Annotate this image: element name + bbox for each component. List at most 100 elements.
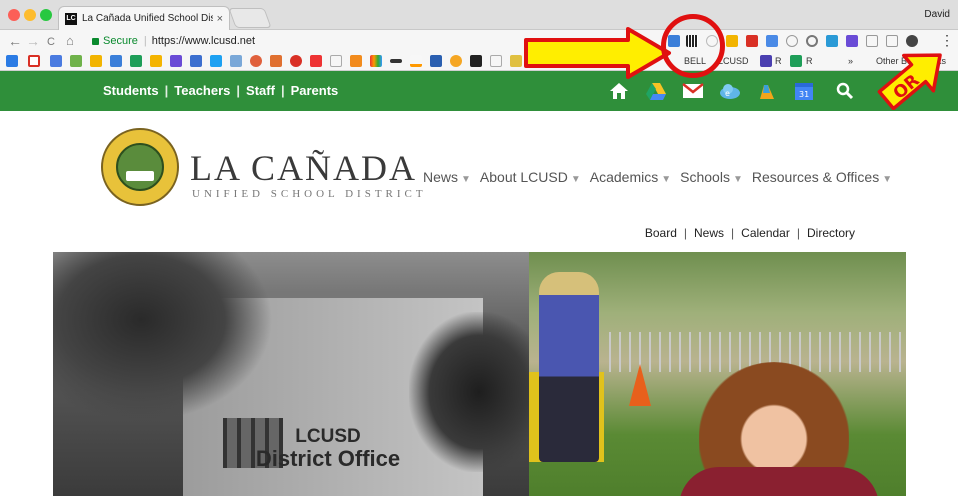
calendar-bookmark-icon[interactable] (50, 55, 62, 67)
new-tab-button[interactable] (228, 8, 272, 28)
calendar-icon[interactable]: 31 (793, 81, 815, 101)
home-icon[interactable]: ⌂ (66, 33, 74, 49)
bookmark-icon-20[interactable] (390, 59, 402, 63)
subnav-news[interactable]: News (694, 226, 724, 240)
link-staff[interactable]: Staff (246, 83, 275, 98)
secondary-nav: Board | News | Calendar | Directory (645, 226, 855, 240)
traffic-cone-shape (629, 364, 651, 406)
or-arrow-annotation: OR (877, 53, 942, 110)
twitter-bookmark-icon[interactable] (210, 55, 222, 67)
link-students[interactable]: Students (103, 83, 159, 98)
nav-about[interactable]: About LCUSD ▼ (480, 169, 581, 185)
utility-bar: Students | Teachers | Staff | Parents e … (0, 71, 958, 111)
secure-label: Secure (103, 35, 138, 47)
svg-text:31: 31 (799, 90, 809, 99)
bookmarks-overflow-icon[interactable]: » (848, 56, 853, 66)
bookmark-icon-14[interactable] (270, 55, 282, 67)
bookmark-icon-4[interactable] (70, 55, 82, 67)
district-office-sign: LCUSD District Office (218, 427, 438, 471)
bookmark-icon-1[interactable] (6, 55, 18, 67)
extension-icon-6[interactable] (766, 35, 778, 47)
subnav-calendar[interactable]: Calendar (741, 226, 790, 240)
profile-name[interactable]: David (924, 9, 950, 20)
bookmark-r-icon-1[interactable] (760, 55, 772, 67)
drive-extension-icon[interactable] (726, 35, 738, 47)
bookmark-r-1[interactable]: R (775, 56, 782, 66)
bookmark-icon-17[interactable] (330, 55, 342, 67)
district-office-photo: LCUSD District Office (53, 252, 529, 496)
bookmark-icon-24[interactable] (470, 55, 482, 67)
amazon-bookmark-icon[interactable] (410, 55, 422, 67)
tab-close-icon[interactable]: × (217, 13, 223, 25)
gmail-extension-icon[interactable] (746, 35, 758, 47)
back-icon[interactable]: ← (8, 33, 22, 49)
bookmark-icon-25[interactable] (490, 55, 502, 67)
hand-app-icon[interactable] (756, 81, 778, 101)
bookmark-r-icon-2[interactable] (790, 55, 802, 67)
lcusd-favicon-icon: LC (65, 12, 77, 25)
link-parents[interactable]: Parents (291, 83, 339, 98)
student-photo (529, 252, 906, 496)
subnav-directory[interactable]: Directory (807, 226, 855, 240)
extension-icon-7[interactable] (786, 35, 798, 47)
gmail-icon[interactable] (682, 81, 704, 101)
docs-bookmark-icon[interactable] (110, 55, 122, 67)
drive-bookmark-icon[interactable] (90, 55, 102, 67)
bookmark-icon-22[interactable] (430, 55, 442, 67)
bookmark-r-2[interactable]: R (806, 56, 813, 66)
minimize-window-button[interactable] (24, 9, 36, 21)
audience-links: Students | Teachers | Staff | Parents (103, 83, 338, 98)
gmail-bookmark-icon[interactable] (28, 55, 40, 67)
extension-icon-10[interactable] (846, 35, 858, 47)
close-window-button[interactable] (8, 9, 20, 21)
nav-about-label: About LCUSD (479, 169, 568, 185)
classroom-bookmark-icon[interactable] (190, 55, 202, 67)
chevron-down-icon: ▼ (461, 174, 471, 185)
browser-titlebar: LC La Cañada Unified School Dist × David (0, 0, 958, 30)
brand-title[interactable]: LA CAÑADA (190, 150, 417, 186)
google-bookmark-icon[interactable] (290, 55, 302, 67)
bookmark-icon-23[interactable] (450, 55, 462, 67)
nav-resources-label: Resources & Offices (751, 169, 880, 185)
nbc-bookmark-icon[interactable] (370, 55, 382, 67)
url-text[interactable]: https://www.lcusd.net (152, 35, 255, 47)
subnav-board[interactable]: Board (645, 226, 677, 240)
power-extension-icon[interactable] (806, 35, 818, 47)
nav-academics[interactable]: Academics ▼ (590, 169, 671, 185)
main-nav: News ▼ About LCUSD ▼ Academics ▼ Schools ▼ R… (423, 169, 901, 185)
bookmark-icon-12[interactable] (230, 55, 242, 67)
chevron-down-icon: ▼ (732, 174, 743, 185)
subnav-divider: | (731, 226, 735, 240)
bookmark-icon-18[interactable] (350, 55, 362, 67)
sign-line-1: LCUSD (295, 426, 361, 447)
address-bar[interactable]: Secure | https://www.lcusd.net (92, 32, 532, 50)
link-divider: | (236, 83, 241, 98)
forward-icon[interactable]: → (26, 33, 40, 49)
nav-schools[interactable]: Schools ▼ (680, 169, 743, 185)
bookmark-icon-13[interactable] (250, 55, 262, 67)
maximize-window-button[interactable] (40, 9, 52, 21)
sheets-bookmark-icon[interactable] (130, 55, 142, 67)
district-seal-logo[interactable] (101, 128, 179, 206)
bookmark-icon-26[interactable] (510, 55, 522, 67)
nav-news[interactable]: News ▼ (423, 169, 471, 185)
link-teachers[interactable]: Teachers (174, 83, 230, 98)
forms-bookmark-icon[interactable] (170, 55, 182, 67)
cloud-app-icon[interactable]: e (719, 81, 741, 101)
reload-icon[interactable]: C (47, 34, 55, 50)
search-icon[interactable] (834, 81, 856, 101)
chevron-down-icon: ▼ (570, 174, 581, 185)
bookmark-icon-16[interactable] (310, 55, 322, 67)
sign-line-2: District Office (255, 446, 401, 471)
extension-icon-9[interactable] (826, 35, 838, 47)
link-divider: | (164, 83, 169, 98)
student-shirt-shape (679, 467, 879, 496)
home-icon[interactable] (608, 81, 630, 101)
nav-schools-label: Schools (680, 169, 730, 185)
slides-bookmark-icon[interactable] (150, 55, 162, 67)
nav-academics-label: Academics (589, 169, 659, 185)
chevron-down-icon: ▼ (661, 174, 672, 185)
google-drive-icon[interactable] (645, 81, 667, 101)
browser-tab[interactable]: LC La Cañada Unified School Dist × (58, 6, 230, 30)
nav-resources[interactable]: Resources & Offices ▼ (752, 169, 892, 185)
